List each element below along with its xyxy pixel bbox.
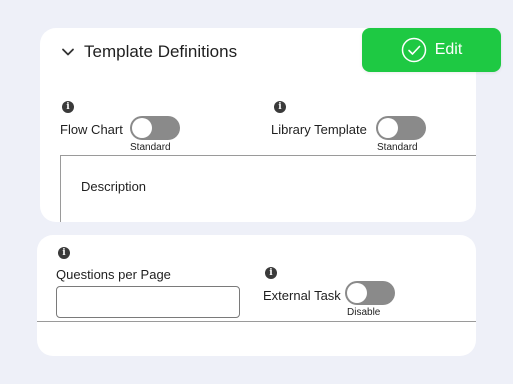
questions-per-page-label: Questions per Page — [56, 267, 171, 282]
questions-per-page-input[interactable] — [56, 286, 240, 318]
external-task-toggle-state: Disable — [347, 307, 381, 318]
toggle-knob — [378, 118, 398, 138]
toggle-knob — [347, 283, 367, 303]
toggle-knob — [132, 118, 152, 138]
external-task-toggle[interactable] — [345, 281, 395, 305]
library-template-toggle-state: Standard — [377, 142, 418, 153]
info-icon[interactable]: i — [62, 101, 74, 113]
info-icon[interactable]: i — [274, 101, 286, 113]
flow-chart-toggle[interactable] — [130, 116, 180, 140]
info-icon[interactable]: i — [265, 267, 277, 279]
check-circle-icon — [401, 37, 427, 63]
external-task-label: External Task — [263, 288, 341, 303]
description-label: Description — [81, 179, 147, 194]
info-icon[interactable]: i — [58, 247, 70, 259]
template-settings-card: i Questions per Page i External Task Dis… — [37, 235, 476, 356]
flow-chart-label: Flow Chart — [60, 122, 123, 137]
section-title: Template Definitions — [84, 42, 238, 61]
library-template-toggle[interactable] — [376, 116, 426, 140]
section-header[interactable]: Template Definitions — [60, 42, 237, 62]
flow-chart-toggle-state: Standard — [130, 142, 171, 153]
edit-button-label: Edit — [434, 41, 463, 58]
edit-button[interactable]: Edit — [362, 28, 501, 72]
chevron-down-icon[interactable] — [60, 44, 76, 60]
divider — [37, 321, 476, 322]
description-field[interactable]: Description — [60, 155, 476, 222]
library-template-label: Library Template — [271, 122, 367, 137]
